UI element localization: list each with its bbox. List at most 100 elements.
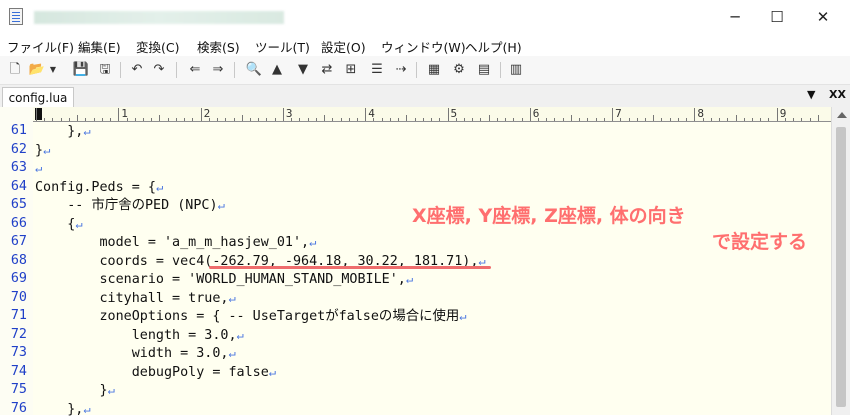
undo-icon[interactable]: ↶	[128, 61, 146, 79]
code-line[interactable]: cityhall = true,↵	[35, 289, 236, 309]
ruler-label: 2	[204, 107, 211, 120]
code-line[interactable]: -- 市庁舎のPED (NPC)↵	[35, 196, 225, 216]
minimize-button[interactable]: ─	[712, 0, 758, 34]
line-return-icon: ↵	[218, 198, 225, 212]
save-icon[interactable]: 💾	[72, 61, 90, 79]
back-icon[interactable]: ⇐	[186, 61, 204, 79]
ruler-tick	[629, 118, 630, 121]
ruler-label: 8	[697, 107, 704, 120]
code-line[interactable]: }↵	[35, 381, 115, 401]
open-dropdown-icon[interactable]: ▼	[48, 61, 58, 79]
replace-icon[interactable]: ⇄	[318, 61, 336, 79]
menu-tools[interactable]: ツール(T)	[255, 37, 310, 56]
ruler-tick	[135, 118, 136, 121]
menu-edit[interactable]: 編集(E)	[78, 37, 121, 56]
menu-settings[interactable]: 設定(O)	[321, 37, 366, 56]
ruler-tick	[94, 118, 95, 121]
line-return-icon: ↵	[228, 291, 235, 305]
ruler-tick	[299, 118, 300, 121]
compare-icon[interactable]: ▦	[425, 61, 443, 79]
menu-window[interactable]: ウィンドウ(W)	[381, 37, 466, 56]
ruler-tick	[192, 118, 193, 121]
tab-close-icon[interactable]: XX	[829, 88, 846, 101]
ruler-label: 5	[451, 107, 458, 120]
ruler-tick	[497, 118, 498, 121]
code-line[interactable]: }↵	[35, 141, 50, 161]
grep-icon[interactable]: ⊞	[342, 61, 360, 79]
ruler-tick	[316, 118, 317, 121]
ruler-tick	[530, 108, 531, 121]
menu-convert[interactable]: 変換(C)	[136, 37, 179, 56]
ruler-tick	[143, 118, 144, 121]
ruler-tick	[448, 108, 449, 121]
line-return-icon: ↵	[309, 235, 316, 249]
search-icon[interactable]: 🔍	[245, 61, 263, 79]
code-text: }	[35, 383, 108, 398]
save-all-icon[interactable]: 🖫	[96, 61, 114, 79]
ruler-tick	[275, 118, 276, 121]
code-line[interactable]: width = 3.0,↵	[35, 344, 236, 364]
scroll-up-icon[interactable]	[837, 112, 847, 118]
ruler-tick	[489, 115, 490, 121]
ruler-tick	[579, 118, 580, 121]
line-number: 74	[0, 363, 27, 382]
settings-icon[interactable]: ⚙	[450, 61, 468, 79]
ruler-tick	[670, 118, 671, 121]
ruler-tick	[777, 108, 778, 121]
ruler-tick	[77, 115, 78, 121]
code-line[interactable]: },↵	[35, 122, 91, 142]
code-line[interactable]: model = 'a_m_m_hasjew_01',↵	[35, 233, 316, 253]
open-folder-icon[interactable]: 📂	[28, 61, 46, 79]
column-ruler: 123456789	[33, 107, 831, 122]
line-number: 67	[0, 233, 27, 252]
scrollbar-thumb[interactable]	[836, 127, 846, 407]
close-icon: ✕	[817, 8, 830, 26]
font-icon[interactable]: ▤	[475, 61, 493, 79]
ruler-tick	[102, 118, 103, 121]
menu-search[interactable]: 検索(S)	[197, 37, 240, 56]
ruler-label: 9	[780, 107, 787, 120]
tab-bar: config.lua ▼ XX	[0, 85, 850, 108]
code-line[interactable]: Config.Peds = {↵	[35, 178, 163, 198]
line-number: 61	[0, 122, 27, 141]
new-file-icon[interactable]: 🗋	[6, 61, 24, 79]
code-text: model = 'a_m_m_hasjew_01',	[35, 235, 309, 250]
line-return-icon: ↵	[406, 272, 413, 286]
ruler-tick	[727, 118, 728, 121]
outline-icon[interactable]: ☰	[368, 61, 386, 79]
code-line[interactable]: scenario = 'WORLD_HUMAN_STAND_MOBILE',↵	[35, 270, 413, 290]
ruler-tick	[711, 118, 712, 121]
code-text: debugPoly = false	[35, 365, 269, 380]
line-return-icon: ↵	[108, 383, 115, 397]
code-line[interactable]: {↵	[35, 215, 83, 235]
redo-icon[interactable]: ↷	[150, 61, 168, 79]
ruler-tick	[637, 118, 638, 121]
notepad-app-icon	[9, 8, 23, 25]
code-line[interactable]: zoneOptions = { -- UseTargetがfalseの場合に使用…	[35, 307, 467, 327]
tab-dropdown-icon[interactable]: ▼	[807, 88, 815, 101]
line-number: 72	[0, 326, 27, 345]
ruler-tick	[118, 108, 119, 121]
menu-help[interactable]: ヘルプ(H)	[465, 37, 522, 56]
list-icon[interactable]: ▥	[507, 61, 525, 79]
search-prev-icon[interactable]: ▲	[268, 61, 286, 79]
maximize-button[interactable]: ☐	[754, 0, 800, 34]
tag-jump-icon[interactable]: ⇢	[392, 61, 410, 79]
vertical-scrollbar[interactable]	[831, 107, 850, 415]
forward-icon[interactable]: ⇒	[209, 61, 227, 79]
ruler-tick	[522, 118, 523, 121]
search-next-icon[interactable]: ▼	[294, 61, 312, 79]
code-line[interactable]: },↵	[35, 400, 91, 419]
title-bar: ─ ☐ ✕	[0, 0, 850, 34]
code-text: -- 市庁舎のPED (NPC)	[35, 198, 218, 213]
annotation-line-2: で設定する	[712, 227, 807, 254]
ruler-tick	[201, 108, 202, 121]
ruler-label: 4	[368, 107, 375, 120]
code-line[interactable]: length = 3.0,↵	[35, 326, 244, 346]
ruler-tick	[645, 118, 646, 121]
close-button[interactable]: ✕	[800, 0, 846, 34]
tab-config-lua[interactable]: config.lua	[2, 87, 74, 107]
code-line[interactable]: debugPoly = false↵	[35, 363, 276, 383]
menu-file[interactable]: ファイル(F)	[7, 37, 74, 56]
code-line[interactable]: ↵	[35, 159, 42, 179]
